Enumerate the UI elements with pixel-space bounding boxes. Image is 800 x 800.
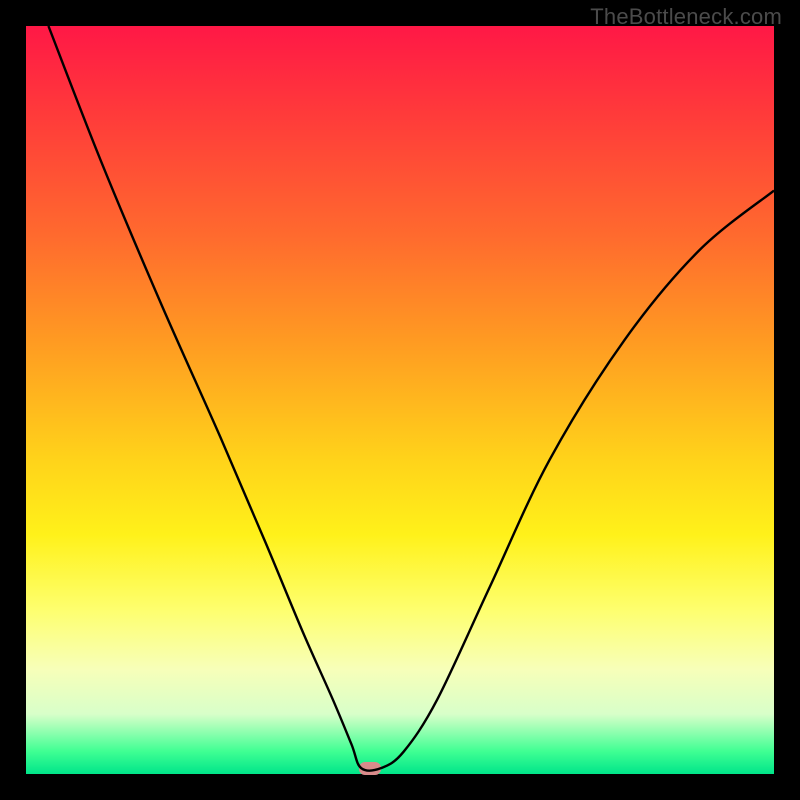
- watermark-label: TheBottleneck.com: [590, 4, 782, 30]
- plot-area: [26, 26, 774, 774]
- curve-path: [48, 26, 774, 771]
- chart-frame: TheBottleneck.com: [0, 0, 800, 800]
- curve-svg: [26, 26, 774, 774]
